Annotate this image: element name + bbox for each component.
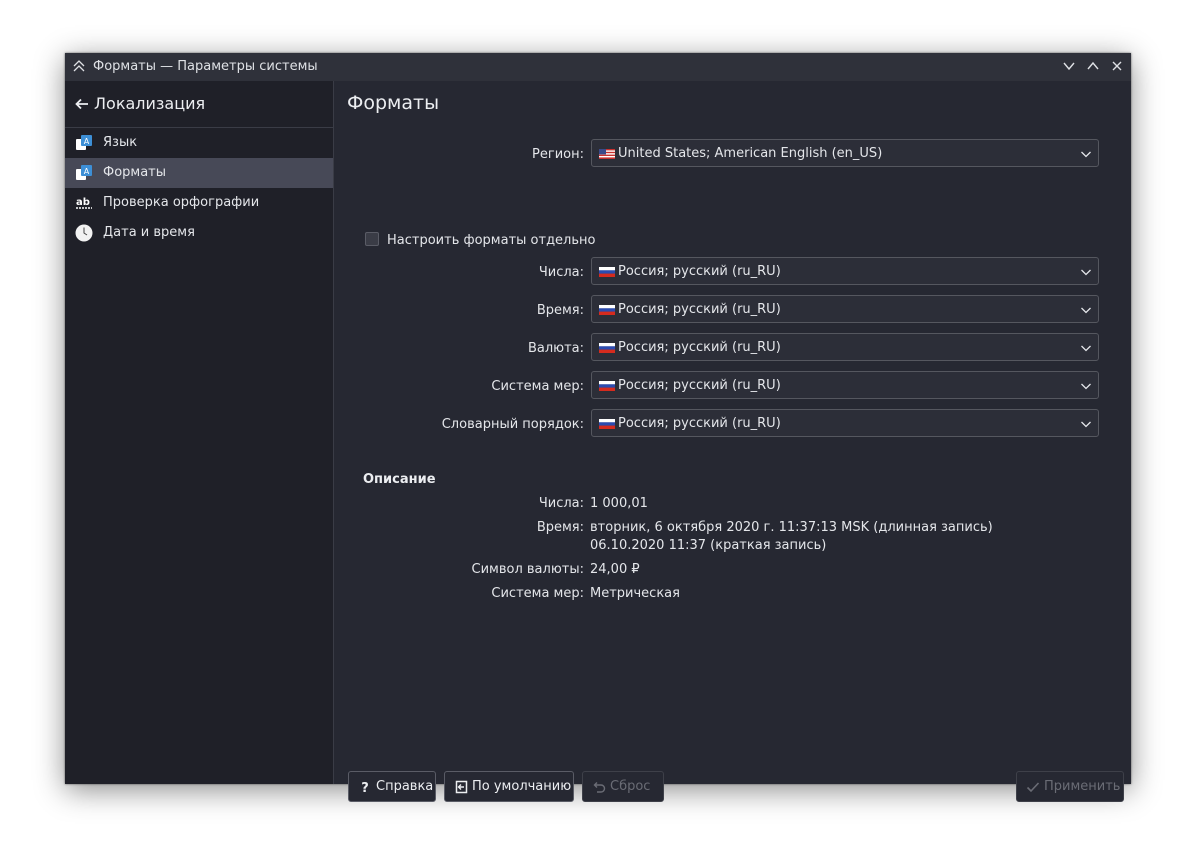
sidebar: Локализация A Язык A Форматы ab Проверка bbox=[65, 81, 334, 784]
measurement-label: Система мер: bbox=[491, 379, 584, 394]
numbers-combobox[interactable]: Россия; русский (ru_RU) bbox=[591, 257, 1099, 285]
back-arrow-icon[interactable] bbox=[75, 97, 89, 111]
apply-button[interactable]: Применить bbox=[1016, 771, 1124, 802]
chevron-down-icon bbox=[1081, 345, 1091, 352]
sidebar-header-title: Локализация bbox=[94, 94, 206, 113]
desc-currency-value: 24,00 ₽ bbox=[590, 562, 640, 577]
russia-flag-icon bbox=[599, 305, 615, 315]
russia-flag-icon bbox=[599, 419, 615, 429]
help-icon: ? bbox=[361, 781, 369, 794]
defaults-button[interactable]: По умолчанию bbox=[444, 771, 574, 802]
spellcheck-icon: ab bbox=[76, 197, 92, 209]
desc-currency-label: Символ валюты: bbox=[471, 562, 585, 577]
help-button[interactable]: ? Справка bbox=[348, 771, 436, 802]
desc-measurement-value: Метрическая bbox=[590, 586, 680, 601]
svg-text:A: A bbox=[84, 167, 90, 176]
time-combobox[interactable]: Россия; русский (ru_RU) bbox=[591, 295, 1099, 323]
sidebar-item-label: Язык bbox=[103, 135, 138, 150]
russia-flag-icon bbox=[599, 343, 615, 353]
main-content: Форматы Регион: United States; American … bbox=[334, 81, 1131, 784]
currency-label: Валюта: bbox=[527, 341, 584, 356]
svg-text:?: ? bbox=[361, 781, 369, 794]
region-label: Регион: bbox=[532, 147, 584, 162]
defaults-button-label: По умолчанию bbox=[472, 779, 572, 794]
collation-value: Россия; русский (ru_RU) bbox=[618, 416, 781, 431]
time-value: Россия; русский (ru_RU) bbox=[618, 302, 781, 317]
sidebar-item-label: Форматы bbox=[103, 165, 167, 180]
us-flag-icon bbox=[599, 149, 615, 159]
russia-flag-icon bbox=[599, 381, 615, 391]
region-combobox[interactable]: United States; American English (en_US) bbox=[591, 139, 1099, 167]
desc-time-short-value: 06.10.2020 11:37 (краткая запись) bbox=[590, 538, 827, 553]
sidebar-item-label: Дата и время bbox=[103, 225, 195, 240]
description-heading: Описание bbox=[363, 472, 436, 487]
maximize-icon[interactable] bbox=[1086, 59, 1100, 73]
language-icon: A bbox=[76, 135, 92, 150]
separate-formats-checkbox[interactable] bbox=[365, 232, 379, 246]
window-title: Форматы — Параметры системы bbox=[93, 59, 318, 74]
settings-window: Форматы — Параметры системы Локализация … bbox=[65, 53, 1131, 802]
apply-button-label: Применить bbox=[1044, 779, 1121, 794]
chevron-down-icon bbox=[1081, 307, 1091, 314]
sidebar-header[interactable]: Локализация bbox=[65, 81, 333, 128]
svg-text:ab: ab bbox=[76, 197, 90, 208]
measurement-combobox[interactable]: Россия; русский (ru_RU) bbox=[591, 371, 1099, 399]
svg-text:A: A bbox=[84, 137, 90, 146]
chevron-down-icon bbox=[1081, 269, 1091, 276]
help-button-label: Справка bbox=[376, 779, 434, 794]
sidebar-item-formats[interactable]: A Форматы bbox=[65, 158, 333, 188]
currency-value: Россия; русский (ru_RU) bbox=[618, 340, 781, 355]
checkmark-icon bbox=[1026, 782, 1040, 793]
clock-icon bbox=[75, 224, 93, 242]
restore-defaults-icon bbox=[455, 780, 468, 794]
keep-above-icon[interactable] bbox=[72, 59, 86, 73]
numbers-value: Россия; русский (ru_RU) bbox=[618, 264, 781, 279]
title-bar[interactable]: Форматы — Параметры системы bbox=[65, 53, 1131, 81]
close-icon[interactable] bbox=[1110, 59, 1124, 73]
sidebar-item-spellcheck[interactable]: ab Проверка орфографии bbox=[65, 188, 333, 218]
chevron-down-icon bbox=[1081, 421, 1091, 428]
undo-icon bbox=[593, 782, 606, 793]
separate-formats-label[interactable]: Настроить форматы отдельно bbox=[387, 233, 595, 248]
desc-time-label: Время: bbox=[536, 520, 584, 535]
chevron-down-icon bbox=[1081, 383, 1091, 390]
currency-combobox[interactable]: Россия; русский (ru_RU) bbox=[591, 333, 1099, 361]
collation-combobox[interactable]: Россия; русский (ru_RU) bbox=[591, 409, 1099, 437]
page-title: Форматы bbox=[347, 92, 440, 114]
measurement-value: Россия; русский (ru_RU) bbox=[618, 378, 781, 393]
collation-label: Словарный порядок: bbox=[441, 417, 584, 432]
chevron-down-icon bbox=[1081, 151, 1091, 158]
sidebar-item-datetime[interactable]: Дата и время bbox=[65, 218, 333, 248]
formats-icon: A bbox=[76, 165, 92, 180]
desc-numbers-label: Числа: bbox=[538, 496, 584, 511]
sidebar-item-label: Проверка орфографии bbox=[103, 195, 260, 210]
desc-time-long-value: вторник, 6 октября 2020 г. 11:37:13 MSK … bbox=[590, 520, 993, 535]
russia-flag-icon bbox=[599, 267, 615, 277]
desc-measurement-label: Система мер: bbox=[491, 586, 584, 601]
reset-button-label: Сброс bbox=[610, 779, 651, 794]
numbers-label: Числа: bbox=[538, 265, 584, 280]
minimize-icon[interactable] bbox=[1062, 59, 1076, 73]
time-label: Время: bbox=[536, 303, 584, 318]
desc-numbers-value: 1 000,01 bbox=[590, 496, 648, 511]
region-value: United States; American English (en_US) bbox=[618, 146, 883, 161]
reset-button[interactable]: Сброс bbox=[582, 771, 664, 802]
